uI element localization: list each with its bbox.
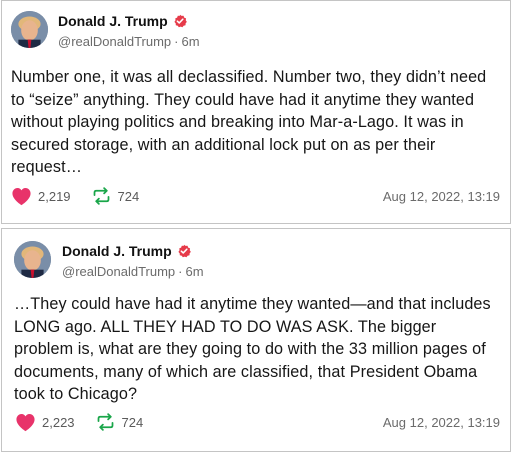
avatar[interactable] — [14, 241, 51, 278]
post-timestamp[interactable]: Aug 12, 2022, 13:19 — [383, 415, 500, 430]
retruth-count: 724 — [121, 414, 144, 430]
like-button[interactable]: 2,223 — [15, 413, 75, 432]
post-footer: 2,223 724 Aug 12, 2022, 13:19 — [15, 411, 500, 433]
retruth-icon — [91, 187, 112, 205]
post-age[interactable]: 6m — [186, 264, 204, 279]
heart-icon — [11, 187, 32, 206]
post-text: …They could have had it anytime they wan… — [14, 295, 491, 403]
post-age[interactable]: 6m — [182, 34, 200, 49]
post-card[interactable]: Donald J. Trump @realDonaldTrump · 6m …The… — [1, 228, 511, 452]
post-card[interactable]: Donald J. Trump @realDonaldTrump · 6m Numb… — [1, 0, 511, 224]
heart-icon — [15, 413, 36, 432]
author-name[interactable]: Donald J. Trump — [58, 13, 168, 29]
author-handle[interactable]: @realDonaldTrump — [58, 34, 171, 49]
like-count: 2,219 — [38, 188, 71, 204]
retruth-button[interactable]: 724 — [95, 413, 144, 431]
author-name[interactable]: Donald J. Trump — [62, 243, 172, 259]
like-button[interactable]: 2,219 — [11, 187, 71, 206]
post-text: Number one, it was all declassified. Num… — [11, 68, 487, 176]
avatar[interactable] — [11, 11, 48, 48]
handle-row: @realDonaldTrump · 6m — [62, 264, 204, 279]
retruth-icon — [95, 413, 116, 431]
retruth-count: 724 — [117, 188, 140, 204]
handle-row: @realDonaldTrump · 6m — [58, 34, 200, 49]
verified-badge-icon — [173, 14, 187, 28]
post-footer: 2,219 724 Aug 12, 2022, 13:19 — [11, 185, 500, 207]
author-handle[interactable]: @realDonaldTrump — [62, 264, 175, 279]
retruth-button[interactable]: 724 — [91, 187, 140, 205]
like-count: 2,223 — [42, 414, 75, 430]
post-timestamp[interactable]: Aug 12, 2022, 13:19 — [383, 189, 500, 204]
verified-badge-icon — [177, 244, 191, 258]
